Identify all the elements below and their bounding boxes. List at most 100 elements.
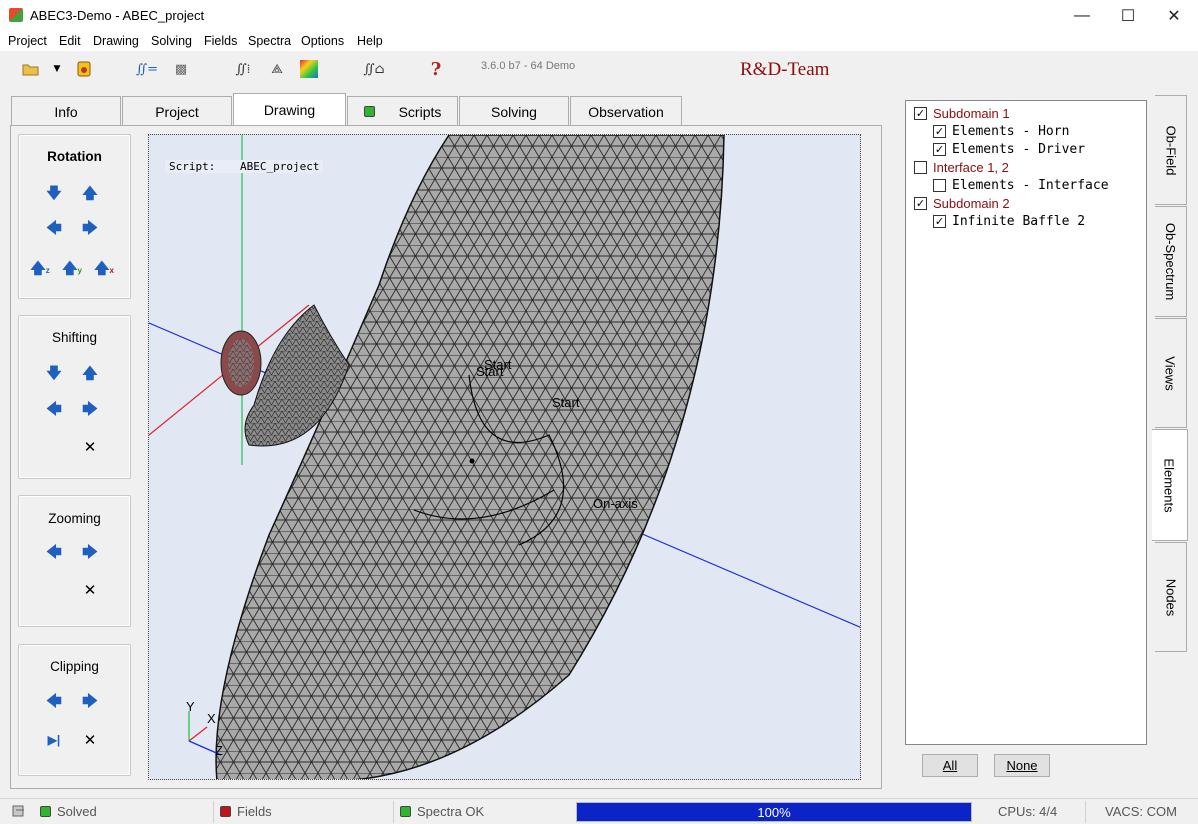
clip-step-icon[interactable]: ▶| [46,732,62,748]
checkbox[interactable]: ✓ [914,106,927,120]
3d-viewport[interactable]: Start Start Start On-axis Y X Z Script: … [148,134,861,780]
arrow-right-icon[interactable]: 🡆 [82,220,98,238]
select-all-button[interactable]: All [922,754,978,777]
rotation-group: Rotation 🡇 🡅 🡄 🡆 🡅 z 🡅 y 🡅 x [18,134,131,299]
arrow-left-icon[interactable]: 🡄 [46,220,62,238]
side-tab-nodes[interactable]: Nodes [1155,542,1187,652]
checkbox[interactable]: ✓ [914,196,927,210]
tab-scripts[interactable]: Scripts [347,96,458,126]
reset-zoom-icon[interactable]: ✕ [82,582,98,599]
menu-edit[interactable]: Edit [59,34,81,48]
progress-bar: 100% [576,802,972,822]
menu-project[interactable]: Project [8,34,47,48]
minimize-button[interactable]: — [1059,0,1105,31]
arrow-right-icon[interactable]: 🡆 [82,401,98,419]
clipping-caption: Clipping [50,659,99,674]
observation-integral-icon[interactable]: ∬⌂ [363,58,385,80]
clip-right-icon[interactable]: 🡆 [82,693,98,711]
status-spectra: Spectra OK [400,804,484,819]
tab-info[interactable]: Info [11,96,121,126]
scripts-status-led [363,106,375,117]
menu-help[interactable]: Help [357,34,383,48]
maximize-button[interactable]: ☐ [1105,0,1151,31]
tree-item-subdomain-1[interactable]: ✓ Subdomain 1 [914,104,1010,122]
status-cpus: CPUs: 4/4 [998,804,1058,819]
solved-led [40,806,51,817]
annotation-start: Start [476,364,504,379]
arrow-down-icon[interactable]: 🡇 [46,365,62,383]
script-label: Script: [169,160,216,173]
side-tab-ob-spectrum[interactable]: Ob-Spectrum [1155,206,1187,317]
elements-tree: ✓ Subdomain 1 ✓ Elements - Horn ✓ Elemen… [905,100,1147,745]
checkbox[interactable]: ✓ [933,214,946,228]
mesh-icon[interactable]: ▩ [170,58,192,80]
tree-item-elements-interface[interactable]: Elements - Interface [933,176,1109,194]
zooming-caption: Zooming [48,511,101,526]
reset-clip-icon[interactable]: ✕ [82,732,98,749]
side-tab-elements[interactable]: Elements [1152,429,1188,541]
checkbox[interactable] [914,160,927,174]
arrow-down-icon[interactable]: 🡇 [46,185,62,203]
menu-spectra[interactable]: Spectra [248,34,291,48]
tree-item-elements-driver[interactable]: ✓ Elements - Driver [933,140,1085,158]
axis-y-label: Y [186,699,195,714]
checkbox[interactable]: ✓ [933,124,946,138]
reset-shift-icon[interactable]: ✕ [82,439,98,456]
menu-options[interactable]: Options [301,34,344,48]
save-icon[interactable] [73,58,95,80]
dropdown-arrow-icon[interactable]: ▼ [50,58,64,80]
side-tab-ob-field[interactable]: Ob-Field [1155,95,1187,205]
rotate-z-icon[interactable]: 🡅 z [30,260,49,278]
tab-observation[interactable]: Observation [570,96,682,126]
rotate-x-icon[interactable]: 🡅 x [94,260,114,278]
annotation-on-axis: On-axis [593,496,638,511]
script-value: ABEC_project [239,160,320,173]
zoom-in-icon[interactable]: 🡆 [82,544,98,562]
annotation-start: Start [552,395,580,410]
help-icon[interactable]: ? [425,58,447,80]
tab-drawing[interactable]: Drawing [233,93,346,126]
tree-item-infinite-baffle[interactable]: ✓ Infinite Baffle 2 [933,212,1085,230]
zoom-out-icon[interactable]: 🡄 [46,544,62,562]
arrow-left-icon[interactable]: 🡄 [46,401,62,419]
zooming-group: Zooming 🡄 🡆 ✕ [18,495,131,627]
fields-led [220,806,231,817]
status-fields: Fields [220,804,272,819]
checkbox[interactable] [933,178,946,192]
open-folder-icon[interactable] [20,58,42,80]
select-none-button[interactable]: None [994,754,1050,777]
solve-integral-icon[interactable]: ∬= [136,58,158,80]
tab-scripts-label: Scripts [398,103,442,120]
clip-left-icon[interactable]: 🡄 [46,693,62,711]
shifting-caption: Shifting [51,330,98,345]
colormap-icon[interactable] [298,58,320,80]
rotate-y-icon[interactable]: 🡅 y [62,260,82,278]
status-vacs: VACS: COM [1105,804,1177,819]
spectra-integral-icon[interactable]: ∬⁞ [232,58,254,80]
clipping-group: Clipping 🡄 🡆 ▶| ✕ [18,644,131,776]
side-tab-views[interactable]: Views [1155,318,1187,428]
arrow-up-icon[interactable]: 🡅 [82,185,98,203]
status-icon [12,804,26,818]
status-solved: Solved [40,804,97,819]
tree-item-elements-horn[interactable]: ✓ Elements - Horn [933,122,1069,140]
tree-item-interface[interactable]: Interface 1, 2 [914,158,1009,176]
window-title: ABEC3-Demo - ABEC_project [30,8,205,23]
wireframe-icon[interactable]: ⟁ [266,58,288,80]
progress-text: 100% [757,805,791,820]
menu-bar: Project Edit Drawing Solving Fields Spec… [0,31,1198,51]
tree-item-subdomain-2[interactable]: ✓ Subdomain 2 [914,194,1010,212]
spectra-led [400,806,411,817]
menu-solving[interactable]: Solving [151,34,192,48]
checkbox[interactable]: ✓ [933,142,946,156]
status-bar: Solved Fields Spectra OK 100% CPUs: 4/4 … [0,798,1198,824]
close-button[interactable]: ✕ [1151,0,1197,31]
script-info: Script: ABEC_project [165,160,324,173]
menu-fields[interactable]: Fields [204,34,237,48]
toolbar: ▼ ∬= ▩ ∬⁞ ⟁ ∬⌂ ? 3.6.0 b7 - 64 Demo R&D-… [0,51,1198,137]
menu-drawing[interactable]: Drawing [93,34,139,48]
team-label: R&D-Team [740,59,830,80]
tab-project[interactable]: Project [122,96,232,126]
tab-solving[interactable]: Solving [459,96,569,126]
arrow-up-icon[interactable]: 🡅 [82,365,98,383]
